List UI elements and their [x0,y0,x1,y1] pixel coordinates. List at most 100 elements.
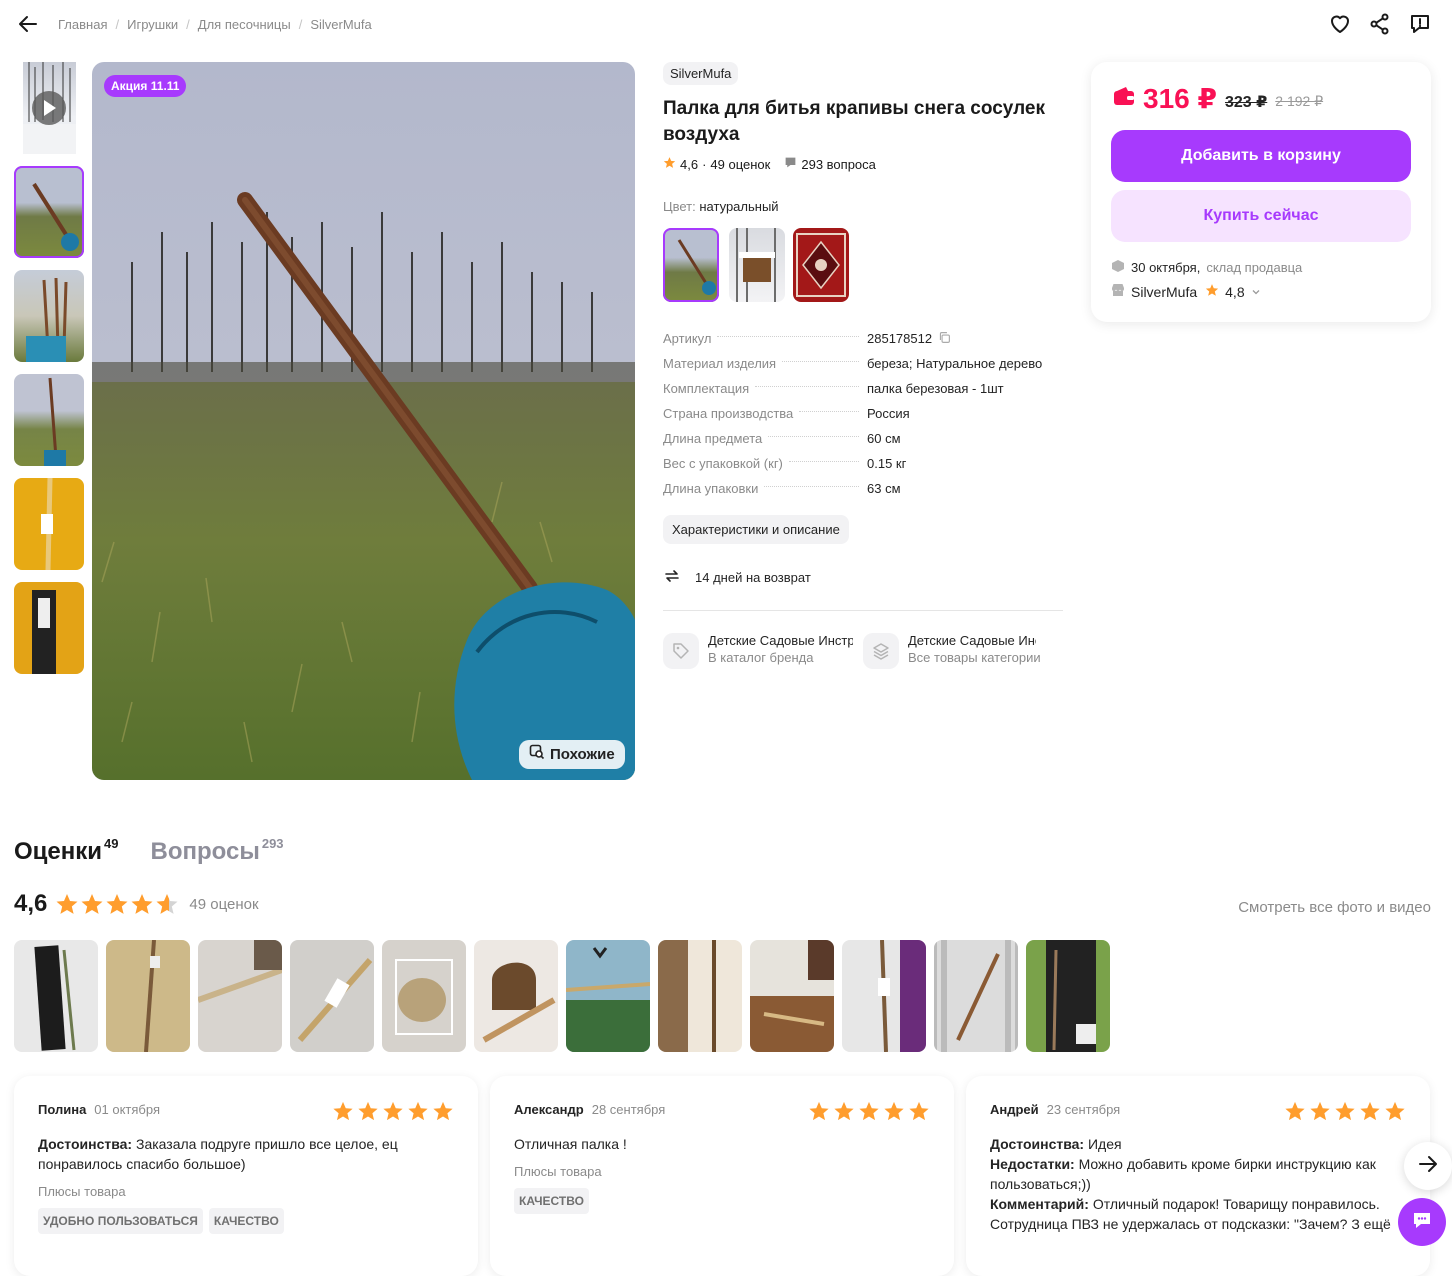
breadcrumb-item[interactable]: Для песочницы [198,17,291,32]
divider [663,610,1063,611]
rating-count: 49 оценок [710,156,771,172]
box-icon [1111,259,1125,276]
rating-count: 49 оценок [189,895,259,913]
star-icon [383,1101,403,1121]
seller-name: SilverMufa [1131,283,1198,300]
review-photo[interactable] [106,940,190,1052]
review-text: Отличная палка ! [514,1136,627,1152]
return-arrows-icon [663,567,681,588]
review-photo[interactable] [474,940,558,1052]
reviews-tabs: Оценки 49 Вопросы 293 [14,836,284,866]
heart-icon[interactable] [1328,12,1352,36]
spec-key: Страна производства [663,406,794,421]
star-icon [1285,1101,1305,1121]
breadcrumb-separator: / [186,17,190,32]
thumbnail-video[interactable] [23,62,76,154]
review-text: Недостатки: Можно добавить кроме бирки и… [990,1156,1376,1192]
back-arrow-icon[interactable] [16,12,40,36]
review-photo[interactable] [842,940,926,1052]
review-photo[interactable] [14,940,98,1052]
breadcrumb-separator: / [115,17,120,32]
star-icon [106,894,128,914]
link-subtitle: Все товары категории [908,650,1041,665]
copy-icon[interactable] [938,331,951,347]
breadcrumb: Главная / Игрушки / Для песочницы / Silv… [58,17,372,32]
chat-button[interactable] [1398,1198,1446,1246]
star-icon [56,894,78,914]
thumbnail-list [14,62,84,686]
wallet-icon [1113,86,1135,111]
see-all-media-link[interactable]: Смотреть все фото и видео [1238,899,1431,916]
tab-label: Оценки [14,838,103,865]
link-subtitle: В каталог бренда [708,650,814,665]
thumbnail-image[interactable] [14,478,84,570]
rating-value: 4,6 [680,156,699,172]
similar-button[interactable]: Похожие [519,740,625,769]
brand-catalog-link[interactable]: Детские Садовые Инструменты В каталог бр… [663,633,853,669]
brand-tag[interactable]: SilverMufa [663,62,739,85]
star-icon [333,1101,353,1121]
breadcrumb-item[interactable]: Главная [58,17,107,32]
characteristics-button[interactable]: Характеристики и описание [663,515,849,544]
thumbnail-image[interactable] [14,374,84,466]
main-product-image[interactable] [92,62,635,780]
star-icon [81,894,103,914]
review-photo[interactable] [566,940,650,1052]
plus-label: Плюсы товара [38,1184,126,1199]
tab-ratings[interactable]: Оценки 49 [14,836,119,866]
questions-count[interactable]: 293 вопроса [801,157,876,172]
link-title: Детские Садовые Инструменты [708,633,853,648]
share-icon[interactable] [1368,12,1392,36]
review-photo[interactable] [750,940,834,1052]
thumbnail-image[interactable] [14,270,84,362]
spec-value: Россия [867,406,910,421]
shop-icon [1111,283,1125,300]
review-photo[interactable] [198,940,282,1052]
breadcrumb-item[interactable]: Игрушки [127,17,178,32]
review-photo[interactable] [934,940,1018,1052]
review-photo[interactable] [658,940,742,1052]
star-icon [1205,283,1219,300]
review-photo[interactable] [290,940,374,1052]
report-icon[interactable] [1408,12,1432,36]
tab-questions[interactable]: Вопросы 293 [150,836,284,866]
buy-now-button[interactable]: Купить сейчас [1111,190,1411,242]
seller-link[interactable]: SilverMufa 4,8 [1111,283,1261,300]
review-tag: КАЧЕСТВО [208,1208,284,1234]
spec-row: Вес с упаковкой (кг) 0.15 кг [663,456,1063,481]
color-swatch[interactable] [793,228,849,302]
color-swatch[interactable] [729,228,785,302]
tab-count: 293 [261,836,284,851]
thumbnail-image[interactable] [14,166,84,258]
delivery-info: 30 октября, склад продавца [1111,259,1302,276]
category-link[interactable]: Детские Садовые Инструменты Все товары к… [863,633,1053,669]
rating-stars [55,892,179,916]
tag-icon [663,633,699,669]
star-icon [1310,1101,1330,1121]
spec-row: Длина предмета 60 см [663,431,1063,456]
star-icon [663,156,676,172]
review-date: 23 сентября [1046,1102,1121,1117]
review-photo[interactable] [1026,940,1110,1052]
review-photo[interactable] [382,940,466,1052]
delivery-date: 30 октября, [1131,260,1201,275]
chevron-down-icon [1251,284,1261,300]
breadcrumb-separator: / [298,17,303,32]
color-swatch[interactable] [663,228,719,302]
spec-row: Комплектация палка березовая - 1шт [663,381,1063,406]
specs-table: Артикул 285178512 Материал изделия берез… [663,331,1063,506]
next-reviews-button[interactable] [1404,1142,1452,1190]
tab-label: Вопросы [150,838,260,865]
breadcrumb-item[interactable]: SilverMufa [310,17,371,32]
star-icon [408,1101,428,1121]
current-price: 316 ₽ [1143,83,1217,114]
spec-value: 0.15 кг [867,456,907,471]
thumbnail-image[interactable] [14,582,84,674]
spec-value: береза; Натуральное дерево [867,356,1043,371]
delivery-source: склад продавца [1206,260,1303,275]
rating-summary[interactable]: 4,6 · 49 оценок 293 вопроса [663,156,1063,172]
arrow-right-icon [1417,1153,1439,1180]
add-to-cart-button[interactable]: Добавить в корзину [1111,130,1411,182]
color-label: Цвет: натуральный [663,199,779,214]
review-text: Достоинства: Идея [990,1136,1122,1152]
